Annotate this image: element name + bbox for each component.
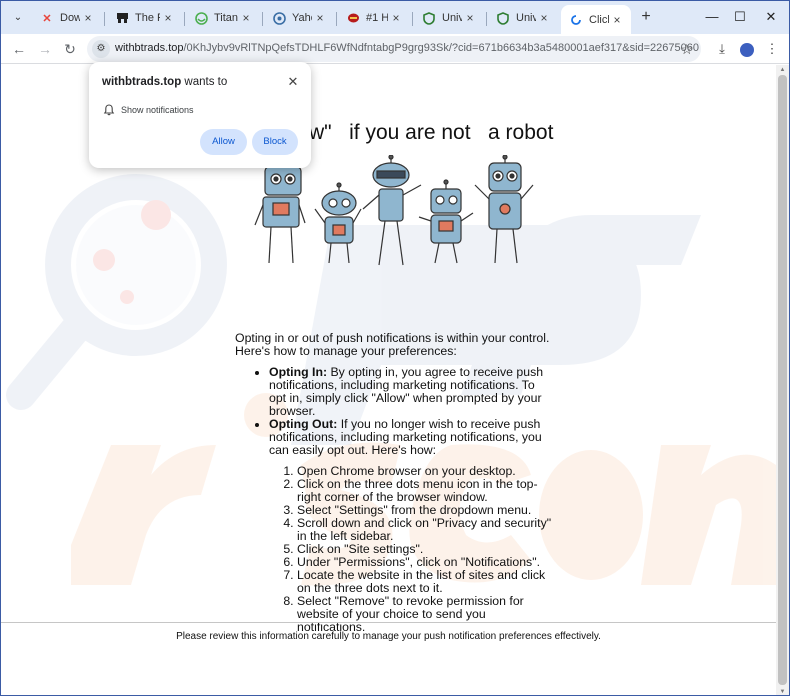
titanic-icon bbox=[194, 11, 208, 25]
tab-close-icon[interactable]: × bbox=[536, 11, 552, 25]
reload-button[interactable]: ↻ bbox=[59, 38, 81, 60]
page-headline: w" if you are not a robot bbox=[309, 121, 554, 144]
tab-close-icon[interactable]: × bbox=[609, 13, 625, 27]
tab-strip: ⌄ ✕ Downl × The Pir × Titanic × bbox=[1, 1, 789, 34]
tab-title: Click A bbox=[589, 13, 609, 26]
allow-button[interactable]: Allow bbox=[200, 129, 247, 155]
page-scrollbar[interactable]: ▲ ▼ bbox=[776, 65, 789, 695]
close-icon[interactable]: ✕ bbox=[285, 74, 301, 90]
scrollbar-thumb[interactable] bbox=[778, 75, 787, 685]
bug-icon bbox=[346, 11, 360, 25]
permission-title: withbtrads.top wants to bbox=[102, 76, 228, 88]
steps-list: Open Chrome browser on your desktop. Cli… bbox=[297, 465, 555, 634]
opt-in-label: Opting In: bbox=[269, 365, 328, 379]
ship-icon bbox=[115, 11, 129, 25]
step-item: Select "Remove" to revoke permission for… bbox=[297, 595, 555, 634]
loading-icon bbox=[569, 13, 583, 27]
tab-title: Titanic bbox=[214, 12, 238, 24]
close-window-button[interactable]: ✕ bbox=[761, 7, 781, 27]
menu-dots-icon[interactable]: ⋮ bbox=[761, 38, 783, 60]
tab-title: Univer bbox=[442, 12, 462, 24]
new-tab-button[interactable]: + bbox=[636, 7, 656, 27]
notification-permission-prompt: withbtrads.top wants to ✕ Show notificat… bbox=[89, 62, 311, 168]
tab[interactable]: #1 Her × bbox=[338, 5, 410, 31]
site-info-icon[interactable]: ⚙ bbox=[92, 40, 110, 58]
permission-request-text: Show notifications bbox=[121, 105, 194, 115]
tab[interactable]: Univer × bbox=[414, 5, 484, 31]
shield-icon bbox=[422, 11, 436, 25]
scroll-up-arrow-icon[interactable]: ▲ bbox=[778, 66, 787, 74]
opt-in-item: Opting In: By opting in, you agree to re… bbox=[269, 366, 555, 418]
url-text[interactable]: withbtrads.top/0KhJybv9vRlTNpQefsTDHLF6W… bbox=[115, 42, 699, 54]
tab-active[interactable]: Click A × bbox=[561, 5, 631, 34]
tab[interactable]: ✕ Downl × bbox=[32, 5, 102, 31]
tab[interactable]: The Pir × bbox=[107, 5, 182, 31]
profile-avatar[interactable] bbox=[736, 38, 758, 60]
download-icon[interactable]: ⤓ bbox=[711, 38, 733, 60]
minimize-button[interactable]: — bbox=[702, 7, 722, 27]
robots-illustration bbox=[254, 155, 534, 266]
tab-close-icon[interactable]: × bbox=[462, 11, 478, 25]
forward-button[interactable]: → bbox=[34, 38, 56, 60]
tab[interactable]: Titanic × bbox=[186, 5, 260, 31]
tab-title: Yahoo bbox=[292, 12, 312, 24]
bookmark-star-icon[interactable]: ☆ bbox=[680, 40, 693, 58]
tab-close-icon[interactable]: × bbox=[388, 11, 404, 25]
opt-out-label: Opting Out: bbox=[269, 417, 338, 431]
scroll-down-arrow-icon[interactable]: ▼ bbox=[778, 688, 787, 695]
x-mark-icon: ✕ bbox=[42, 12, 52, 25]
opt-out-item: Opting Out: If you no longer wish to rec… bbox=[269, 418, 555, 634]
step-item: Click on the three dots menu icon in the… bbox=[297, 478, 555, 504]
step-item: Scroll down and click on "Privacy and se… bbox=[297, 517, 555, 543]
tab-title: Univer bbox=[516, 12, 536, 24]
tab-close-icon[interactable]: × bbox=[312, 11, 328, 25]
footer-text: Please review this information carefully… bbox=[176, 631, 601, 642]
back-button[interactable]: ← bbox=[8, 38, 30, 60]
tab[interactable]: Yahoo × bbox=[264, 5, 334, 31]
tab-close-icon[interactable]: × bbox=[160, 11, 176, 25]
tab-title: The Pir bbox=[135, 12, 160, 24]
tab[interactable]: Univer × bbox=[488, 5, 558, 31]
tab-close-icon[interactable]: × bbox=[80, 11, 96, 25]
tab-search-button[interactable]: ⌄ bbox=[7, 7, 29, 29]
instructions-article: Opting in or out of push notifications i… bbox=[235, 332, 555, 634]
browser-toolbar: ← → ↻ ⚙ withbtrads.top/0KhJybv9vRlTNpQef… bbox=[1, 34, 789, 64]
tab-close-icon[interactable]: × bbox=[238, 11, 254, 25]
shield-icon bbox=[496, 11, 510, 25]
browser-window: ⌄ ✕ Downl × The Pir × Titanic × bbox=[0, 0, 790, 696]
bell-icon bbox=[103, 104, 115, 116]
footer-divider bbox=[1, 622, 776, 623]
maximize-button[interactable]: ☐ bbox=[730, 7, 750, 27]
options-list: Opting In: By opting in, you agree to re… bbox=[269, 366, 555, 634]
address-bar[interactable]: ⚙ withbtrads.top/0KhJybv9vRlTNpQefsTDHLF… bbox=[87, 36, 701, 62]
block-button[interactable]: Block bbox=[252, 129, 298, 155]
step-item: Locate the website in the list of sites … bbox=[297, 569, 555, 595]
intro-text: Opting in or out of push notifications i… bbox=[235, 331, 550, 358]
tab-title: Downl bbox=[60, 12, 80, 24]
tab-title: #1 Her bbox=[366, 12, 388, 24]
yahoo-icon bbox=[272, 11, 286, 25]
